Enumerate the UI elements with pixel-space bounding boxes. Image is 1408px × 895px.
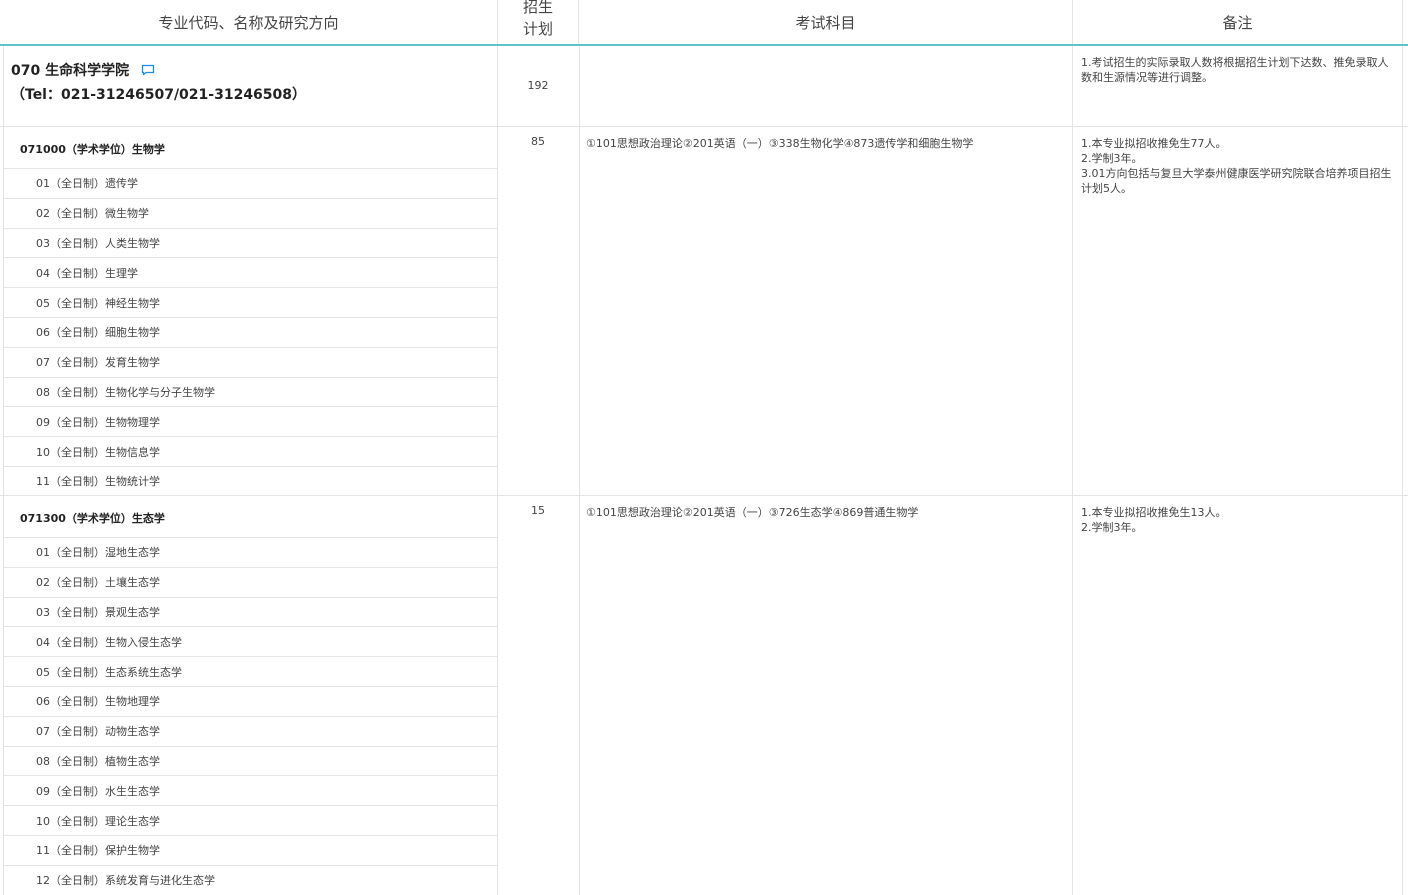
major-title: 071300（学术学位）生态学 [20, 512, 165, 525]
direction-item: 02（全日制）微生物学 [4, 197, 497, 228]
note-line: 2.学制3年。 [1081, 152, 1143, 165]
direction-item: 03（全日制）人类生物学 [4, 227, 497, 258]
note-line: 1.本专业拟招收推免生13人。 [1081, 506, 1227, 519]
direction-item: 09（全日制）水生生态学 [4, 775, 497, 805]
major-block: 071000（学术学位）生物学 85 ①101思想政治理论②201英语（一）③3… [0, 127, 1408, 496]
college-title: 070 生命科学学院 [11, 60, 155, 80]
major-plan: 85 [531, 135, 545, 148]
major-plan: 15 [531, 504, 545, 517]
direction-item: 09（全日制）生物物理学 [4, 406, 497, 436]
direction-item: 12（全日制）系统发育与进化生态学 [4, 864, 497, 895]
major-note: 1.本专业拟招收推免生77人。 2.学制3年。 3.01方向包括与复旦大学泰州健… [1081, 136, 1399, 196]
header-plan: 招生 计划 [498, 0, 579, 44]
header-major: 专业代码、名称及研究方向 [0, 0, 498, 44]
major-block: 071300（学术学位）生态学 15 ①101思想政治理论②201英语（一）③7… [0, 496, 1408, 895]
note-line: 1.本专业拟招收推免生77人。 [1081, 137, 1227, 150]
direction-list: 01（全日制）湿地生态学 02（全日制）土壤生态学 03（全日制）景观生态学 0… [4, 537, 497, 895]
college-tel: （Tel：021-31246507/021-31246508） [11, 87, 307, 103]
direction-item: 11（全日制）保护生物学 [4, 834, 497, 865]
direction-item: 08（全日制）生物化学与分子生物学 [4, 376, 497, 407]
table-header: 专业代码、名称及研究方向 招生 计划 考试科目 备注 [0, 0, 1408, 46]
direction-item: 10（全日制）生物信息学 [4, 436, 497, 466]
college-note: 1.考试招生的实际录取人数将根据招生计划下达数、推免录取人数和生源情况等进行调整… [1081, 56, 1389, 84]
college-row: 070 生命科学学院 （Tel：021-31246507/021-3124650… [0, 46, 1408, 127]
direction-item: 04（全日制）生物入侵生态学 [4, 626, 497, 656]
college-plan: 192 [527, 79, 549, 92]
major-exam: ①101思想政治理论②201英语（一）③338生物化学④873遗传学和细胞生物学 [586, 137, 974, 150]
direction-item: 02（全日制）土壤生态学 [4, 566, 497, 597]
direction-list: 01（全日制）遗传学 02（全日制）微生物学 03（全日制）人类生物学 04（全… [4, 168, 497, 496]
major-title: 071000（学术学位）生物学 [20, 143, 165, 156]
direction-item: 06（全日制）生物地理学 [4, 685, 497, 716]
note-line: 3.01方向包括与复旦大学泰州健康医学研究院联合培养项目招生计划5人。 [1081, 167, 1392, 195]
direction-item: 01（全日制）湿地生态学 [4, 537, 497, 567]
direction-item: 04（全日制）生理学 [4, 257, 497, 287]
note-line: 2.学制3年。 [1081, 521, 1143, 534]
direction-item: 10（全日制）理论生态学 [4, 805, 497, 835]
header-note: 备注 [1073, 0, 1403, 44]
header-exam: 考试科目 [579, 0, 1073, 44]
direction-item: 05（全日制）神经生物学 [4, 287, 497, 317]
major-exam: ①101思想政治理论②201英语（一）③726生态学④869普通生物学 [586, 506, 919, 519]
header-plan-line1: 招生 [522, 0, 553, 16]
major-note: 1.本专业拟招收推免生13人。 2.学制3年。 [1081, 505, 1399, 535]
comment-icon[interactable] [141, 64, 155, 76]
direction-item: 11（全日制）生物统计学 [4, 465, 497, 496]
header-plan-line2: 计划 [522, 20, 553, 38]
direction-item: 07（全日制）动物生态学 [4, 715, 497, 746]
direction-item: 03（全日制）景观生态学 [4, 596, 497, 627]
direction-item: 01（全日制）遗传学 [4, 168, 497, 198]
direction-item: 05（全日制）生态系统生态学 [4, 656, 497, 686]
college-name: 070 生命科学学院 [11, 63, 130, 79]
direction-item: 06（全日制）细胞生物学 [4, 316, 497, 347]
direction-item: 08（全日制）植物生态学 [4, 745, 497, 776]
direction-item: 07（全日制）发育生物学 [4, 346, 497, 377]
